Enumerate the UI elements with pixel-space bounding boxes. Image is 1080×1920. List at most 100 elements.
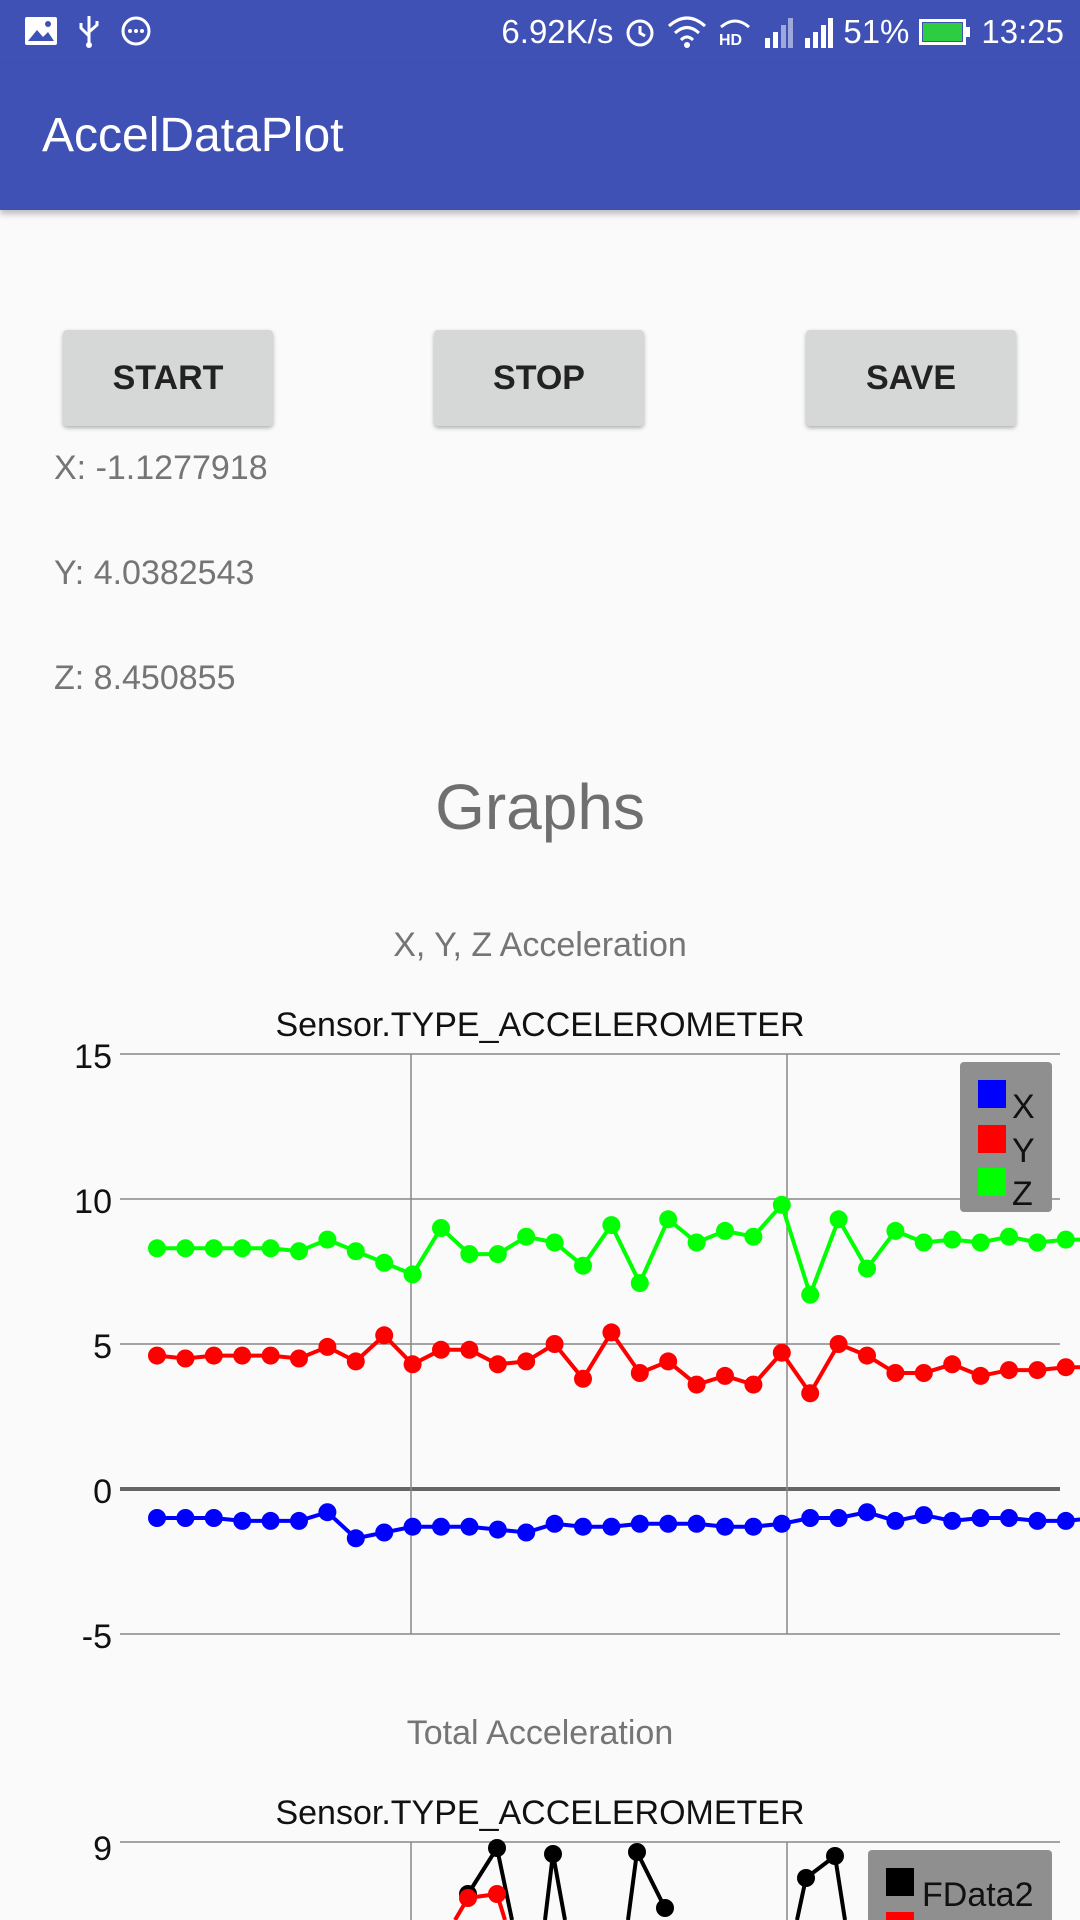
data-point-x [460,1517,479,1536]
alarm-icon [626,19,654,47]
data-point-y [914,1364,933,1382]
data-point-y [148,1346,166,1365]
data-point-x [375,1523,394,1542]
svg-text:HD: HD [719,32,742,49]
save-button[interactable]: SAVE [806,330,1016,426]
data-point-y [233,1346,252,1365]
data-point-x [914,1506,933,1525]
data-point-x [517,1523,536,1542]
legend-label-x: X [1012,1088,1035,1126]
chart1-series [148,1195,1080,1548]
data-point-x [318,1503,337,1522]
total-acceleration-chart: Sensor.TYPE_ACCELEROMETER 9 FData2 [93,1794,1060,1920]
chart2-section-label: Total Acceleration [406,1714,674,1752]
chart2-y-tick: 9 [93,1830,112,1868]
more-icon [121,16,151,46]
legend-label-fdata2: FData2 [922,1876,1034,1914]
data-point-x [176,1509,195,1527]
data-point-y [1000,1361,1018,1380]
start-button[interactable]: START [63,330,273,426]
data-point-z [261,1239,280,1258]
z-reading: Z: 8.450855 [54,659,236,697]
data-point-x [346,1529,365,1548]
data-point-y [943,1355,962,1374]
data-point-y [687,1375,706,1394]
data-point-y [517,1352,536,1371]
y-reading: Y: 4.0382543 [54,554,255,592]
data-point-z [176,1239,195,1258]
legend-swatch-fdata2 [886,1868,914,1896]
data-point-x [488,1520,507,1539]
data-point-y [971,1366,990,1385]
data-point-z [943,1230,962,1249]
data-point-z [290,1242,308,1261]
data-point-y [602,1323,621,1342]
chart1-y-axis: 15 10 5 0 -5 [74,1038,112,1650]
data-point-z [659,1210,678,1229]
data-point-x [290,1511,308,1530]
data-point-x [943,1511,962,1530]
clock: 13:25 [981,13,1064,50]
data-point-x [801,1509,820,1527]
chart2-legend: FData2 [868,1850,1052,1920]
data-point-y [261,1346,280,1365]
battery-percent: 51% [843,13,910,50]
data-point-x [545,1514,564,1533]
data-point-y [375,1326,394,1345]
data-point-y [432,1340,450,1359]
data-point-x [687,1514,706,1533]
graphs-heading: Graphs [435,771,645,843]
legend-swatch-z [978,1168,1006,1196]
chart1-y-tick: 0 [93,1473,112,1511]
legend-label-y: Y [1012,1132,1035,1170]
series-z [148,1195,1080,1304]
data-point-z [886,1221,905,1240]
data-point-x [716,1517,734,1536]
chart2-point [488,1885,506,1903]
data-point-z [318,1230,337,1249]
data-point-z [148,1239,166,1258]
data-point-z [914,1233,933,1252]
data-point-x [886,1511,905,1530]
chart1-y-tick: 10 [74,1183,112,1221]
xyz-acceleration-chart: Sensor.TYPE_ACCELEROMETER 15 10 5 0 -5 X Y Z [74,1006,1080,1650]
stop-button[interactable]: STOP [434,330,644,426]
data-point-x [432,1517,450,1536]
data-point-x [772,1514,791,1533]
data-point-z [687,1233,706,1252]
data-point-z [744,1227,763,1246]
legend-swatch-x [978,1080,1006,1108]
data-point-z [971,1233,990,1252]
image-icon [25,17,57,45]
data-point-x [261,1511,280,1530]
data-point-y [346,1352,365,1371]
signal-icon [805,18,834,48]
battery-icon [919,19,971,45]
data-point-z [858,1259,876,1278]
network-speed: 6.92K/s [501,13,614,50]
data-point-z [517,1227,536,1246]
chart2-line [543,1853,567,1920]
legend-label-z: Z [1012,1175,1033,1213]
data-point-z [488,1245,507,1264]
data-point-x [659,1514,678,1533]
chart2-point [544,1845,562,1863]
legend-swatch-y [978,1125,1006,1153]
data-point-z [829,1210,848,1229]
app-title: AccelDataPlot [42,109,344,162]
chart2-title: Sensor.TYPE_ACCELEROMETER [275,1794,804,1832]
chart1-legend: X Y Z [960,1062,1052,1213]
data-point-y [460,1340,479,1359]
chart2-point [628,1843,646,1861]
data-point-y [659,1352,678,1371]
data-point-x [574,1517,592,1536]
chart2-line [795,1852,847,1920]
data-point-y [488,1355,507,1374]
data-point-y [574,1369,592,1388]
data-point-y [829,1335,848,1353]
chart2-point [656,1899,674,1917]
data-point-z [1000,1227,1018,1246]
data-point-x [971,1509,990,1527]
data-point-z [346,1242,365,1261]
signal-icon [765,18,794,48]
